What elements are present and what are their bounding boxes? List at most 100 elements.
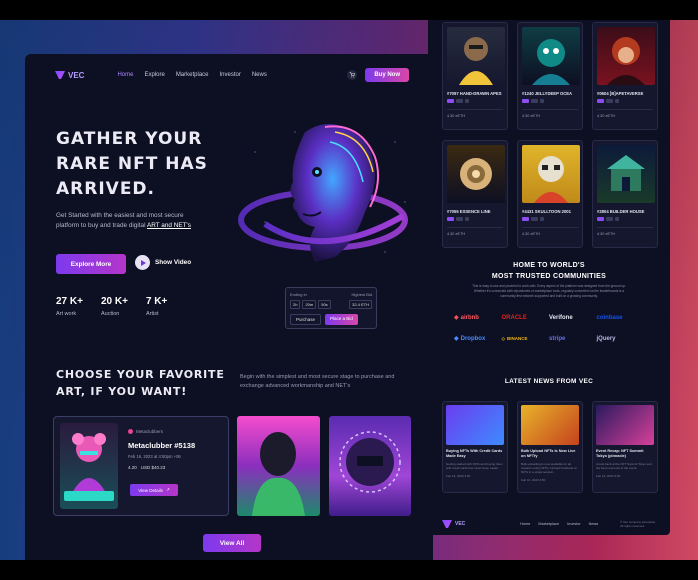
- brand-label: airbnb: [460, 314, 479, 321]
- brand-jquery: jQuery: [597, 335, 645, 342]
- view-all-button[interactable]: View All: [203, 534, 261, 552]
- nft-tags: [597, 99, 653, 103]
- news-headline: Event Recap: NFT Summit Tokyo (pinnacle): [596, 449, 644, 459]
- view-details-button[interactable]: View Details ↗: [130, 484, 178, 496]
- bid-card: Ending in Highest Bid 2h 20m 50s 32.4 ET…: [285, 287, 377, 329]
- news-card[interactable]: Buying NFTs With Credit Cards Made Easy …: [442, 401, 508, 493]
- nft-card[interactable]: #1240 JELLYDEEP OCEA 4.30 eETH: [517, 22, 583, 130]
- bid-actions: Purchase Place a Bid: [290, 314, 372, 325]
- stat-artist: 7 K+ Artist: [146, 296, 167, 317]
- choose-title-line: CHOOSE YOUR FAVORITE: [56, 368, 225, 381]
- nft-price: 4.30 eETH: [447, 227, 503, 236]
- nft-price: 4.30 eETH: [597, 109, 653, 118]
- airbnb-icon: ◈: [454, 315, 459, 321]
- communities-title-line: HOME TO WORLD'S: [513, 262, 585, 269]
- hero-subtitle: Get Started with the easiest and most se…: [56, 211, 206, 231]
- nft-title: #0604 [B]APETAVERSE: [597, 91, 644, 96]
- nft-card[interactable]: #2804 BUILDER HOUSE 4.30 eETH: [592, 140, 658, 248]
- communities-title-line: MOST TRUSTED COMMUNITIES: [491, 273, 607, 280]
- nft-card[interactable]: #4431 SKULLTOON 2001 4.30 eETH: [517, 140, 583, 248]
- brand-stripe: stripe: [549, 335, 597, 342]
- show-video-label: Show Video: [155, 259, 192, 266]
- nft-thumbnail: [522, 145, 580, 203]
- news-card[interactable]: Bulk Upload NFTs Is Now Live on NFTfy Bu…: [517, 401, 583, 493]
- logo-text: VEC: [68, 70, 85, 80]
- nft-title: #1240 JELLYDEEP OCEA: [522, 91, 573, 96]
- brand-oracle: ORACLE: [502, 314, 550, 321]
- brand-coinbase: coinbase: [597, 314, 645, 321]
- purchase-button[interactable]: Purchase: [290, 314, 322, 325]
- news-summary: Getting started with NFTs and buying the…: [446, 462, 503, 471]
- nav-news[interactable]: News: [252, 72, 267, 78]
- featured-nft-card[interactable]: Metaclubbers Metaclubber #5138 Feb 16, 2…: [53, 416, 229, 516]
- choose-description: Begin with the simplest and most secure …: [240, 374, 395, 389]
- news-date: Feb 16, 2023 4:50: [446, 474, 471, 479]
- news-title: LATEST NEWS FROM VEC: [504, 378, 594, 385]
- nft-art-card[interactable]: [329, 416, 411, 516]
- explore-more-button[interactable]: Explore More: [56, 254, 126, 274]
- price-usd: USD $40.23: [140, 465, 166, 470]
- footer-link-home[interactable]: Home: [520, 522, 530, 526]
- nav-links: Home Explore Marketplace Investor News: [117, 72, 266, 78]
- dropbox-icon: ◆: [454, 336, 459, 342]
- nft-card[interactable]: #7055 ESSENCE LINE 4.30 eETH: [442, 140, 508, 248]
- nft-card[interactable]: #7097 HAND-DRAWN APES 4.30 eETH: [442, 22, 508, 130]
- news-date: Feb 16, 2023 4:50: [596, 474, 621, 479]
- logo[interactable]: VEC: [55, 71, 84, 80]
- featured-nft-image: [60, 423, 118, 509]
- logo-icon: [55, 71, 65, 79]
- price-eth: 4.20: [128, 465, 137, 470]
- buy-now-button[interactable]: Buy Now: [365, 68, 409, 82]
- view-details-label: View Details: [138, 487, 163, 493]
- bid-timer: 2h 20m 50s 32.4 ETH: [290, 300, 372, 309]
- place-bid-button[interactable]: Place a Bid: [325, 314, 358, 325]
- nft-thumbnail: [447, 145, 505, 203]
- footer-logo[interactable]: VEC: [442, 520, 465, 528]
- footer: VEC Home Marketplace Investor News © Vec…: [442, 520, 660, 528]
- brand-logos: ◈ airbnb ORACLE Verifone coinbase ◆ Dropbo…: [454, 314, 645, 343]
- footer-logo-text: VEC: [455, 521, 466, 527]
- featured-nft-price: 4.20 USD $40.23: [128, 465, 195, 470]
- hero-title-line: ARRIVED.: [56, 179, 156, 199]
- nft-thumbnail: [522, 27, 580, 85]
- hero-subtitle-link[interactable]: ART and NET's: [147, 222, 191, 229]
- nav-investor[interactable]: Investor: [220, 72, 241, 78]
- footer-link-marketplace[interactable]: Marketplace: [538, 522, 559, 526]
- nft-title: #7055 ESSENCE LINE: [447, 209, 491, 214]
- stats: 27 K+ Art work 20 K+ Auction 7 K+ Artist: [56, 296, 167, 317]
- owner-avatar: [128, 429, 133, 434]
- news-summary: Bulk uploading is now available for all …: [521, 462, 577, 475]
- news-thumbnail: [521, 405, 579, 445]
- footer-links: Home Marketplace Investor News: [520, 522, 598, 526]
- binance-icon: ◇: [501, 335, 505, 341]
- bid-labels: Ending in Highest Bid: [290, 292, 372, 297]
- news-headline: Buying NFTs With Credit Cards Made Easy: [446, 449, 503, 459]
- nft-tags: [447, 99, 503, 103]
- stat-number: 27 K+: [56, 296, 83, 307]
- choose-title: CHOOSE YOUR FAVORITE ART, IF YOU WANT!: [56, 366, 225, 400]
- brand-airbnb: ◈ airbnb: [454, 314, 502, 322]
- cart-icon[interactable]: [347, 70, 358, 80]
- show-video-button[interactable]: Show Video: [135, 255, 191, 270]
- nav-home[interactable]: Home: [117, 72, 133, 78]
- featured-nft-name: Metaclubber #5138: [128, 441, 196, 450]
- nft-tags: [597, 217, 653, 221]
- nft-tags: [522, 217, 578, 221]
- nft-thumbnail: [447, 27, 505, 85]
- owner-name: Metaclubbers: [136, 429, 164, 434]
- owner: Metaclubbers: [128, 429, 195, 434]
- news-headline: Bulk Upload NFTs Is Now Live on NFTfy: [521, 449, 576, 459]
- nft-card[interactable]: #0604 [B]APETAVERSE 4.30 eETH: [592, 22, 658, 130]
- stat-artwork: 27 K+ Art work: [56, 296, 83, 317]
- brand-label: Verifone: [549, 314, 573, 321]
- nft-thumbnail: [597, 145, 655, 203]
- nav-marketplace[interactable]: Marketplace: [176, 72, 209, 78]
- news-card[interactable]: Event Recap: NFT Summit Tokyo (pinnacle)…: [592, 401, 658, 493]
- footer-link-news[interactable]: News: [589, 522, 599, 526]
- nft-art-card[interactable]: [237, 416, 320, 516]
- footer-link-investor[interactable]: Investor: [567, 522, 581, 526]
- nft-title: #2804 BUILDER HOUSE: [597, 209, 645, 214]
- footer-copyright: © Vec company enterprise. All rights res…: [620, 520, 657, 528]
- hero-title: GATHER YOUR RARE NFT HAS ARRIVED.: [56, 127, 246, 202]
- nav-explore[interactable]: Explore: [144, 72, 164, 78]
